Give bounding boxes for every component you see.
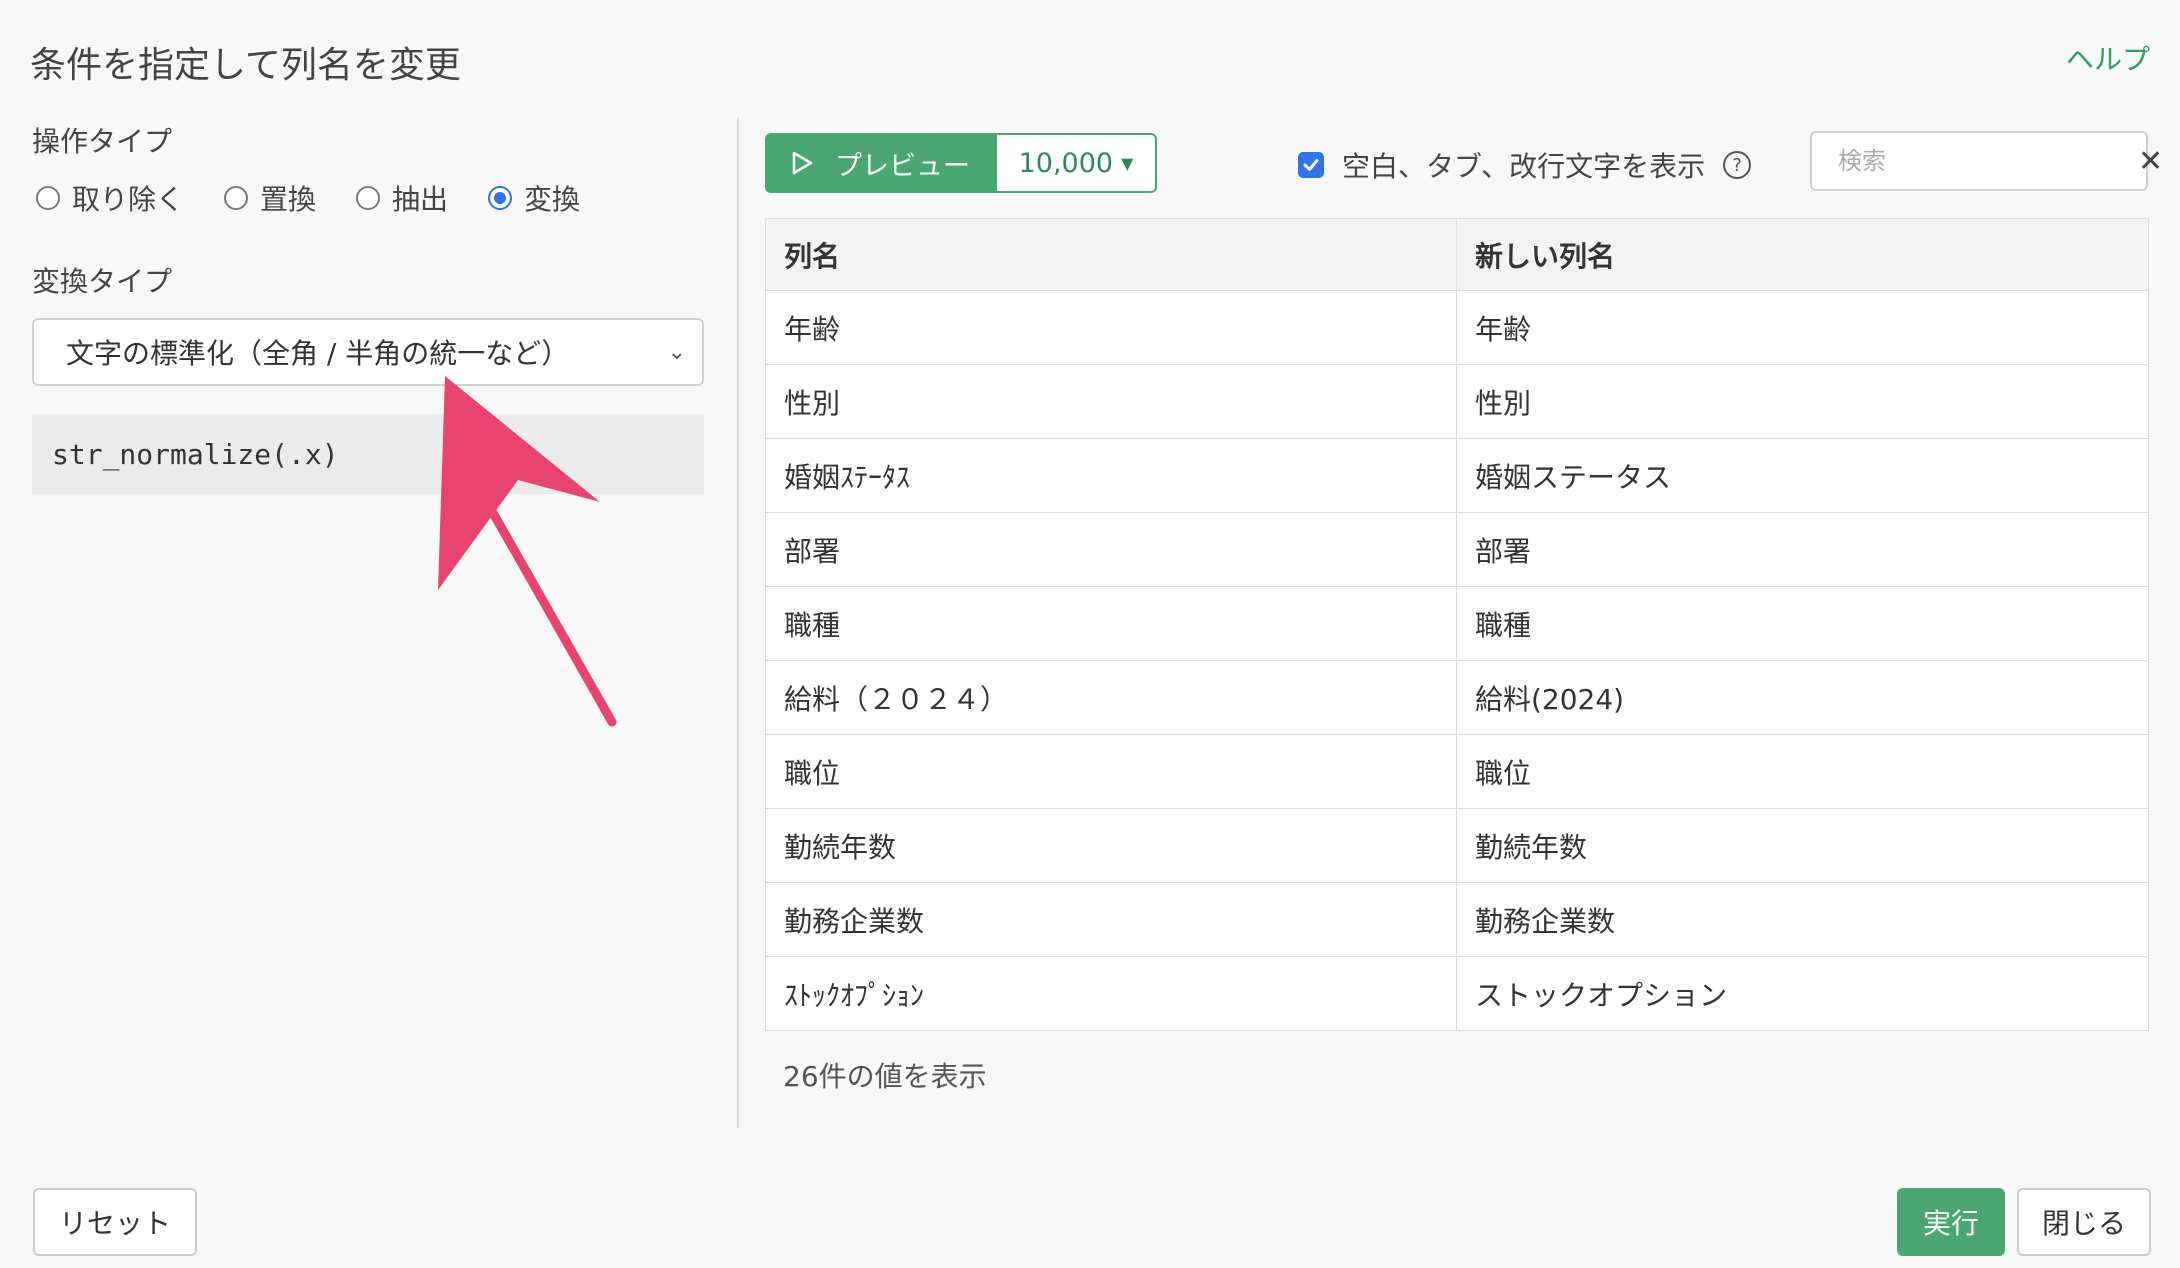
table-cell: ｽﾄｯｸｵﾌﾟｼｮﾝ: [765, 956, 1457, 1031]
table-row: 給料（２０２４） 給料(2024): [765, 660, 2149, 735]
row-count-value: 10,000: [1018, 147, 1114, 179]
table-cell: 年齢: [1456, 290, 2149, 365]
table-cell: 部署: [765, 512, 1457, 587]
table-cell: 給料（２０２４）: [765, 660, 1457, 735]
row-count-dropdown[interactable]: 10,000 ▼: [997, 133, 1157, 193]
table-row: 年齢 年齢: [765, 290, 2149, 365]
play-icon: [792, 151, 813, 175]
table-cell: 性別: [765, 364, 1457, 439]
show-whitespace-label: 空白、タブ、改行文字を表示: [1342, 150, 1706, 183]
table-row: 性別 性別: [765, 364, 2149, 439]
dialog-title: 条件を指定して列名を変更: [30, 45, 461, 86]
column-header: 列名: [765, 218, 1457, 291]
table-row: ｽﾄｯｸｵﾌﾟｼｮﾝ ストックオプション: [765, 956, 2149, 1031]
preview-table: 列名 新しい列名 年齢 年齢 性別 性別 婚姻ｽﾃｰﾀｽ 婚姻ステータス 部署 …: [765, 218, 2149, 1031]
show-whitespace-option: 空白、タブ、改行文字を表示 ?: [1298, 145, 1752, 185]
radio-label: 抽出: [392, 183, 449, 216]
preview-button-label: プレビュー: [835, 150, 970, 182]
table-cell: 勤続年数: [1456, 808, 2149, 883]
table-cell: 婚姻ステータス: [1456, 438, 2149, 513]
question-icon[interactable]: ?: [1723, 151, 1752, 179]
column-header: 新しい列名: [1456, 218, 2149, 291]
table-cell: 職位: [765, 734, 1457, 809]
caret-down-icon: ▼: [1121, 153, 1134, 173]
table-cell: 職種: [1456, 586, 2149, 661]
radio-extract[interactable]: 抽出: [356, 178, 448, 218]
table-cell: 勤続年数: [765, 808, 1457, 883]
table-row: 勤務企業数 勤務企業数: [765, 882, 2149, 957]
table-cell: 給料(2024): [1456, 660, 2149, 735]
table-cell: 部署: [1456, 512, 2149, 587]
table-cell: 勤務企業数: [765, 882, 1457, 957]
show-whitespace-checkbox[interactable]: [1298, 152, 1324, 178]
radio-label: 変換: [524, 183, 581, 216]
table-cell: 職位: [1456, 734, 2149, 809]
radio-circle[interactable]: [36, 186, 60, 210]
reset-button[interactable]: リセット: [33, 1188, 197, 1256]
radio-transform[interactable]: 変換: [488, 178, 580, 218]
value-count-note: 26件の値を表示: [783, 1060, 987, 1093]
help-link[interactable]: ヘルプ: [2066, 38, 2150, 78]
table-header-row: 列名 新しい列名: [765, 218, 2149, 291]
search-box: ✕: [1810, 131, 2163, 191]
table-row: 婚姻ｽﾃｰﾀｽ 婚姻ステータス: [765, 438, 2149, 513]
operation-type-label: 操作タイプ: [32, 125, 173, 158]
close-icon[interactable]: ✕: [2138, 144, 2163, 179]
check-icon: [1303, 159, 1319, 171]
table-row: 職位 職位: [765, 734, 2149, 809]
run-button[interactable]: 実行: [1897, 1188, 2005, 1256]
preview-button-group: プレビュー 10,000 ▼: [765, 133, 1157, 193]
radio-circle[interactable]: [356, 186, 381, 210]
radio-label: 置換: [260, 183, 317, 216]
radio-circle[interactable]: [224, 186, 249, 210]
chevron-down-icon: ⌄: [667, 339, 686, 365]
table-cell: 年齢: [765, 290, 1457, 365]
radio-label: 取り除く: [72, 183, 185, 216]
radio-remove[interactable]: 取り除く: [36, 178, 184, 218]
table-cell: 性別: [1456, 364, 2149, 439]
table-cell: 婚姻ｽﾃｰﾀｽ: [765, 438, 1457, 513]
radio-replace[interactable]: 置換: [224, 178, 316, 218]
transform-type-label: 変換タイプ: [32, 265, 173, 298]
table-row: 勤続年数 勤続年数: [765, 808, 2149, 883]
annotation-arrow-icon: [438, 376, 617, 727]
radio-circle-checked[interactable]: [488, 186, 513, 210]
table-cell: 職種: [765, 586, 1457, 661]
table-row: 部署 部署: [765, 512, 2149, 587]
preview-button[interactable]: プレビュー: [765, 133, 997, 193]
close-button[interactable]: 閉じる: [2017, 1188, 2151, 1256]
panel-divider: [737, 118, 739, 1128]
table-cell: ストックオプション: [1456, 956, 2149, 1031]
table-row: 職種 職種: [765, 586, 2149, 661]
table-cell: 勤務企業数: [1456, 882, 2149, 957]
operation-type-radio-group: 取り除く 置換 抽出 変換: [32, 178, 704, 218]
search-input[interactable]: [1838, 147, 2138, 175]
